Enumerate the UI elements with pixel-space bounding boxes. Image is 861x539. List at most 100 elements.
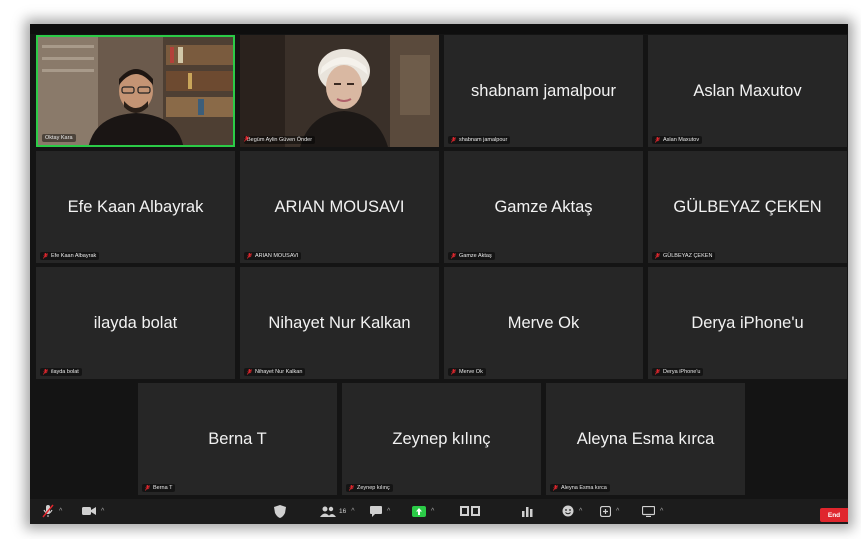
chevron-up-icon[interactable]: ^ <box>579 508 582 515</box>
security-button[interactable] <box>274 503 286 519</box>
participant-tile[interactable]: Zeynep kılınç Zeynep kılınç <box>342 383 541 495</box>
participant-name-label: Berna T <box>153 485 173 491</box>
muted-mic-icon <box>247 369 252 375</box>
chevron-up-icon[interactable]: ^ <box>387 508 390 515</box>
participant-name-tag: Aslan Maxutov <box>652 136 703 144</box>
participant-tile[interactable]: GÜLBEYAZ ÇEKEN GÜLBEYAZ ÇEKEN <box>648 151 847 263</box>
participant-name-label: GÜLBEYAZ ÇEKEN <box>663 253 713 259</box>
video-button[interactable]: ^ <box>82 503 104 519</box>
meeting-toolbar: ^ ^ 16 ^ ^ ^ ^ ^ ^ End <box>30 499 848 524</box>
participant-tile[interactable]: Efe Kaan Albayrak Efe Kaan Albayrak <box>36 151 235 263</box>
participant-display-name: Nihayet Nur Kalkan <box>268 313 411 332</box>
muted-mic-icon <box>655 137 660 143</box>
participants-icon <box>320 506 336 517</box>
muted-mic-icon <box>655 369 660 375</box>
participant-tile[interactable]: Merve Ok Merve Ok <box>444 267 643 379</box>
participant-display-name: Gamze Aktaş <box>494 197 593 216</box>
muted-mic-icon <box>451 137 456 143</box>
chevron-up-icon[interactable]: ^ <box>351 508 354 515</box>
muted-mic-icon <box>247 253 252 259</box>
participant-display-name: shabnam jamalpour <box>471 81 616 100</box>
participant-display-name: Aleyna Esma kırca <box>576 429 715 448</box>
reactions-button[interactable]: ^ <box>562 503 582 519</box>
video-camera-icon <box>82 507 96 515</box>
participant-tile[interactable]: Aslan Maxutov Aslan Maxutov <box>648 35 847 147</box>
share-screen-icon <box>412 505 426 517</box>
chevron-up-icon[interactable]: ^ <box>59 508 62 515</box>
participant-tile[interactable]: Berna T Berna T <box>138 383 337 495</box>
muted-mic-icon <box>145 485 150 491</box>
microphone-icon <box>42 504 54 518</box>
participant-display-name: Zeynep kılınç <box>392 429 491 448</box>
participant-name-tag: Gamze Aktaş <box>448 252 495 260</box>
participant-tile-oktay-kara[interactable]: Oktay Kara <box>36 35 235 147</box>
participant-name-tag: ARIAN MOUSAVI <box>244 252 302 260</box>
participant-name-label: Efe Kaan Albayrak <box>51 253 97 259</box>
participant-name-tag: Nihayet Nur Kalkan <box>244 368 306 376</box>
participant-tile[interactable]: Aleyna Esma kırca Aleyna Esma kırca <box>546 383 745 495</box>
apps-button[interactable]: ^ <box>600 503 619 519</box>
participant-name-tag: ilayda bolat <box>40 368 82 376</box>
participant-name-tag: GÜLBEYAZ ÇEKEN <box>652 252 716 260</box>
participant-tile[interactable]: Nihayet Nur Kalkan Nihayet Nur Kalkan <box>240 267 439 379</box>
chat-icon <box>370 505 382 517</box>
participant-name-label: Merve Ok <box>459 369 483 375</box>
view-button[interactable]: ^ <box>642 503 663 519</box>
polls-button[interactable] <box>522 503 533 519</box>
participant-tile[interactable]: ilayda bolat ilayda bolat <box>36 267 235 379</box>
participant-display-name: Merve Ok <box>507 313 580 332</box>
share-screen-button[interactable]: ^ <box>412 503 434 519</box>
muted-mic-icon <box>43 369 48 375</box>
participant-name-label: Zeynep kılınç <box>357 485 390 491</box>
chevron-up-icon[interactable]: ^ <box>101 508 104 515</box>
muted-mic-icon <box>553 485 558 491</box>
participant-name-label: Nihayet Nur Kalkan <box>255 369 303 375</box>
participant-tile[interactable]: shabnam jamalpour shabnam jamalpour <box>444 35 643 147</box>
window-top-bar <box>30 24 848 34</box>
participant-name-tag: Aleyna Esma kırca <box>550 484 610 492</box>
participant-name-label: Begüm Aylin Güven Önder <box>247 137 313 143</box>
participant-name-label: Aslan Maxutov <box>663 137 700 143</box>
breakout-rooms-icon <box>460 506 480 516</box>
participant-name-tag: Zeynep kılınç <box>346 484 393 492</box>
muted-mic-icon <box>43 253 48 259</box>
participant-name-tag: shabnam jamalpour <box>448 136 511 144</box>
security-icon <box>274 504 286 518</box>
participant-name-tag: Merve Ok <box>448 368 486 376</box>
participants-button[interactable]: 16 ^ <box>320 503 355 519</box>
microphone-button[interactable]: ^ <box>42 503 62 519</box>
participant-tile[interactable]: ARIAN MOUSAVI ARIAN MOUSAVI <box>240 151 439 263</box>
view-icon <box>642 505 655 517</box>
participant-tile-begum[interactable]: Begüm Aylin Güven Önder <box>240 35 439 147</box>
participant-name-label: shabnam jamalpour <box>459 137 508 143</box>
video-feed-begum <box>240 35 439 147</box>
chevron-up-icon[interactable]: ^ <box>431 508 434 515</box>
participant-display-name: ARIAN MOUSAVI <box>274 197 405 216</box>
participant-name-label: Derya iPhone'u <box>663 369 701 375</box>
participants-count: 16 <box>339 507 347 515</box>
participant-name-label: Oktay Kara <box>45 135 73 141</box>
participant-display-name: GÜLBEYAZ ÇEKEN <box>673 197 822 216</box>
participant-name-tag: Derya iPhone'u <box>652 368 704 376</box>
apps-icon <box>600 505 611 517</box>
chat-button[interactable]: ^ <box>370 503 390 519</box>
chevron-up-icon[interactable]: ^ <box>616 508 619 515</box>
participant-tile[interactable]: Gamze Aktaş Gamze Aktaş <box>444 151 643 263</box>
muted-mic-icon <box>451 369 456 375</box>
muted-mic-icon <box>655 253 660 259</box>
end-meeting-button[interactable]: End <box>820 508 848 522</box>
participant-display-name: Aslan Maxutov <box>693 81 802 100</box>
participant-display-name: Berna T <box>208 429 267 448</box>
participant-name-label: Gamze Aktaş <box>459 253 492 259</box>
participant-display-name: Derya iPhone'u <box>691 313 804 332</box>
chevron-up-icon[interactable]: ^ <box>660 508 663 515</box>
muted-mic-icon <box>244 136 249 142</box>
participant-name-tag: Berna T <box>142 484 176 492</box>
muted-mic-icon <box>451 253 456 259</box>
muted-mic-icon <box>349 485 354 491</box>
participant-tile[interactable]: Derya iPhone'u Derya iPhone'u <box>648 267 847 379</box>
participant-display-name: Efe Kaan Albayrak <box>67 197 204 216</box>
polls-icon <box>522 506 533 517</box>
participant-display-name: ilayda bolat <box>93 313 178 332</box>
breakout-rooms-button[interactable] <box>460 503 480 519</box>
